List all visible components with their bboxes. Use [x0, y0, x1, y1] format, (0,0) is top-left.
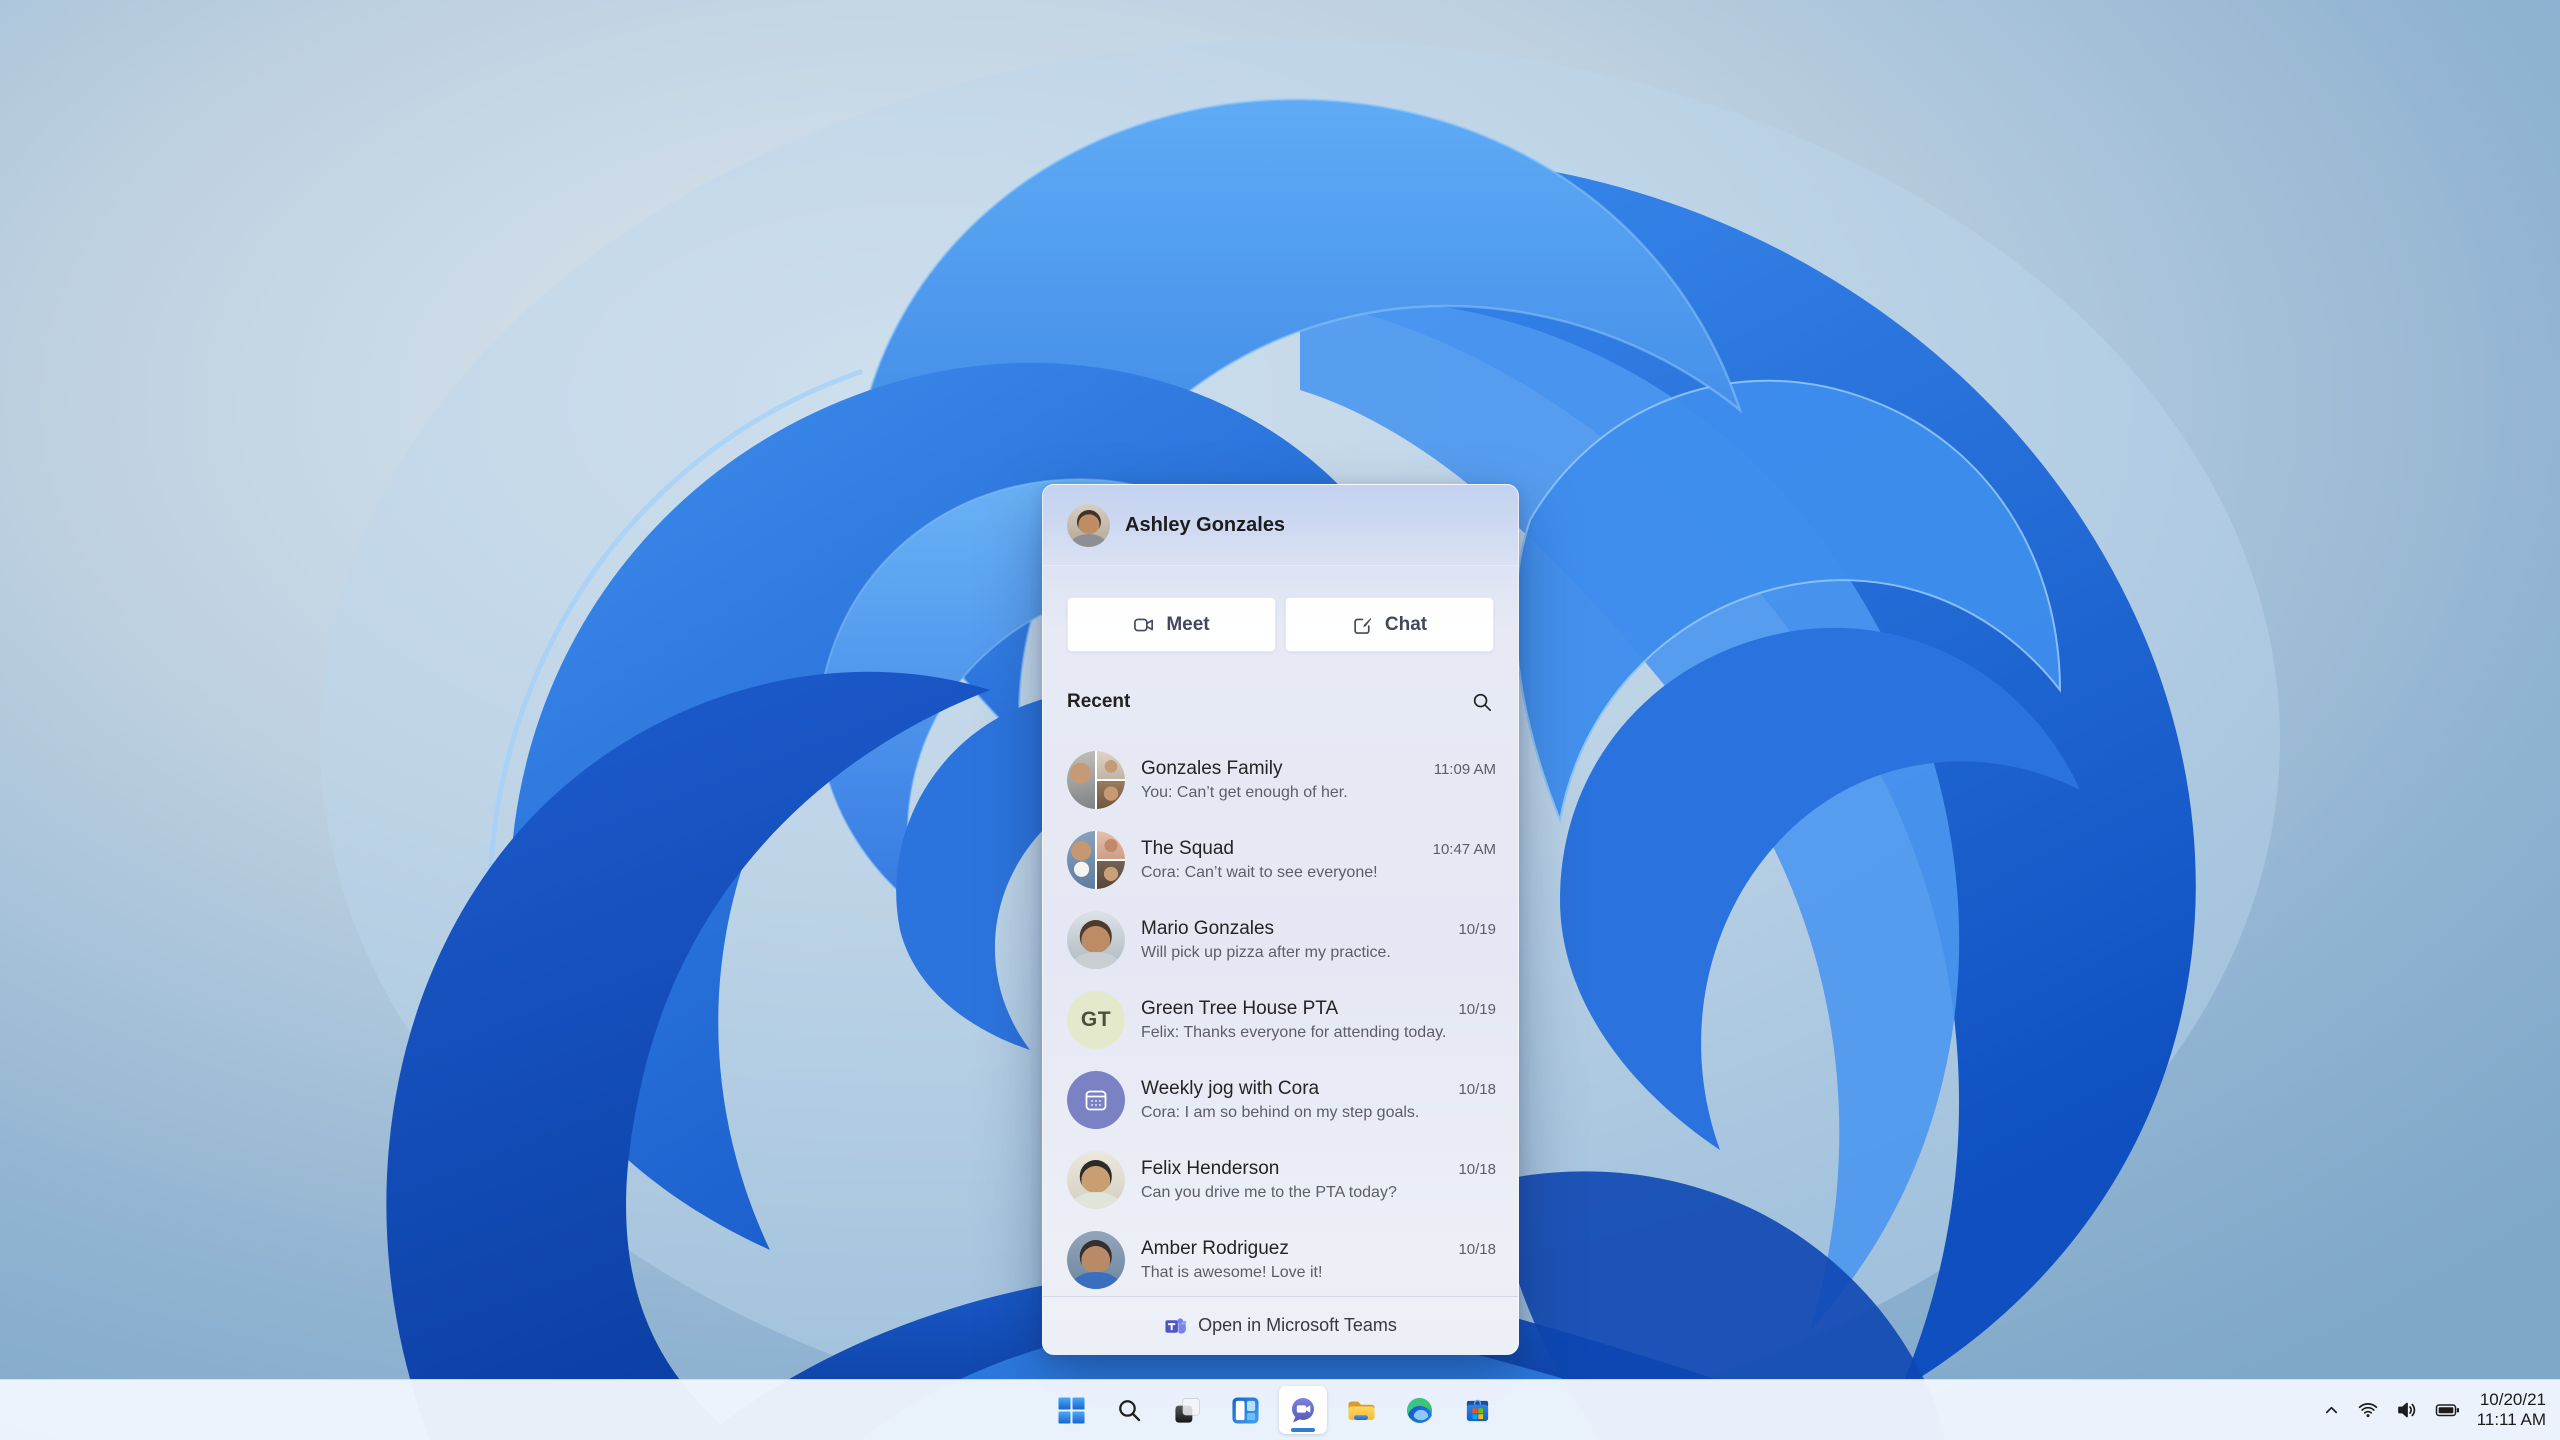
person-avatar — [1067, 911, 1125, 969]
conversation-name: Mario Gonzales — [1141, 918, 1275, 939]
chat-label: Chat — [1384, 613, 1428, 635]
wifi-icon[interactable] — [2357, 1399, 2379, 1421]
system-tray: 10/20/21 11:11 AM — [2323, 1380, 2546, 1440]
conversation-row-felix-henderson[interactable]: Felix Henderson 10/18 Can you drive me t… — [1043, 1140, 1518, 1220]
action-row: Meet Chat — [1043, 597, 1518, 652]
edge-browser-icon — [1406, 1397, 1432, 1423]
chat-button[interactable]: Chat — [1285, 597, 1494, 652]
search-button[interactable] — [1105, 1386, 1153, 1434]
start-button[interactable] — [1047, 1386, 1095, 1434]
open-in-teams-label: Open in Microsoft Teams — [1198, 1315, 1397, 1335]
conversation-row-mario-gonzales[interactable]: Mario Gonzales 10/19 Will pick up pizza … — [1043, 900, 1518, 980]
tray-date: 10/20/21 — [2479, 1390, 2546, 1409]
conversation-preview: Cora: Can’t wait to see everyone! — [1141, 864, 1378, 881]
conversation-preview: Felix: Thanks everyone for attending tod… — [1141, 1024, 1447, 1041]
conversation-time: 10/19 — [1458, 1001, 1496, 1018]
conversation-row-weekly-jog-with-cora[interactable]: Weekly jog with Cora 10/18 Cora: I am so… — [1043, 1060, 1518, 1140]
conversation-row-gonzales-family[interactable]: Gonzales Family 11:09 AM You: Can’t get … — [1043, 740, 1518, 820]
person-avatar — [1067, 1151, 1125, 1209]
conversation-time: 11:09 AM — [1433, 761, 1496, 778]
recent-row: Recent — [1043, 690, 1518, 714]
conversation-preview: Can you drive me to the PTA today? — [1141, 1184, 1397, 1201]
conversation-name: The Squad — [1141, 838, 1234, 859]
conversation-time: 10/18 — [1458, 1241, 1496, 1258]
conversation-preview: That is awesome! Love it! — [1141, 1264, 1323, 1281]
conversation-time: 10/18 — [1458, 1161, 1496, 1178]
compose-icon — [1354, 617, 1371, 634]
conversation-list: Gonzales Family 11:09 AM You: Can’t get … — [1043, 740, 1518, 1300]
meet-label: Meet — [1166, 613, 1210, 635]
video-camera-icon — [1134, 618, 1154, 631]
conversation-row-amber-rodriguez[interactable]: Amber Rodriguez 10/18 That is awesome! L… — [1043, 1220, 1518, 1300]
conversation-time: 10:47 AM — [1432, 841, 1496, 858]
conversation-name: Amber Rodriguez — [1141, 1238, 1289, 1259]
conversation-row-green-tree-house-pta[interactable]: GT Green Tree House PTA 10/19 Felix: Tha… — [1043, 980, 1518, 1060]
file-explorer-icon — [1348, 1401, 1375, 1420]
microsoft-store-icon — [1466, 1399, 1488, 1421]
tray-chevron-up-icon[interactable] — [2323, 1402, 2340, 1419]
open-in-teams-button[interactable]: Open in Microsoft Teams — [1043, 1296, 1518, 1354]
battery-icon[interactable] — [2435, 1399, 2460, 1421]
conversation-name: Felix Henderson — [1141, 1158, 1280, 1179]
clock[interactable]: 10/20/21 11:11 AM — [2477, 1390, 2546, 1430]
teams-chat-flyout: Ashley Gonzales Meet Chat Recent Gonzale… — [1042, 484, 1519, 1355]
conversation-row-the-squad[interactable]: The Squad 10:47 AM Cora: Can’t wait to s… — [1043, 820, 1518, 900]
tray-time: 11:11 AM — [2476, 1410, 2546, 1429]
task-view-button[interactable] — [1163, 1386, 1211, 1434]
conversation-time: 10/18 — [1458, 1081, 1496, 1098]
chat-teams-button[interactable] — [1279, 1386, 1327, 1434]
microsoft-store-button[interactable] — [1453, 1386, 1501, 1434]
file-explorer-button[interactable] — [1337, 1386, 1385, 1434]
user-name: Ashley Gonzales — [1125, 513, 1286, 536]
conversation-preview: Will pick up pizza after my practice. — [1141, 944, 1391, 961]
group-avatar — [1067, 751, 1125, 809]
flyout-header: Ashley Gonzales — [1043, 485, 1518, 566]
conversation-name: Gonzales Family — [1141, 758, 1283, 779]
teams-chat-bubble-icon — [1292, 1398, 1314, 1423]
group-avatar — [1067, 831, 1125, 889]
volume-icon[interactable] — [2396, 1399, 2418, 1421]
conversation-preview: You: Can’t get enough of her. — [1141, 784, 1348, 801]
taskbar-icons — [1047, 1380, 1501, 1440]
recent-title: Recent — [1067, 691, 1131, 712]
meet-button[interactable]: Meet — [1067, 597, 1276, 652]
active-app-indicator — [1291, 1427, 1315, 1432]
calendar-icon — [1067, 1071, 1125, 1129]
edge-button[interactable] — [1395, 1386, 1443, 1434]
conversation-name: Weekly jog with Cora — [1141, 1078, 1320, 1099]
taskbar: 10/20/21 11:11 AM — [0, 1379, 2560, 1440]
conversation-preview: Cora: I am so behind on my step goals. — [1141, 1104, 1420, 1121]
widgets-button[interactable] — [1221, 1386, 1269, 1434]
task-view-icon — [1174, 1397, 1200, 1423]
windows-start-icon — [1058, 1397, 1084, 1423]
widgets-icon — [1231, 1396, 1259, 1424]
initials-avatar: GT — [1067, 991, 1125, 1049]
teams-logo-icon — [1165, 1318, 1187, 1334]
conversation-time: 10/19 — [1458, 921, 1496, 938]
user-avatar — [1067, 503, 1110, 547]
search-taskbar-icon — [1118, 1399, 1140, 1421]
person-avatar — [1067, 1231, 1125, 1289]
conversation-name: Green Tree House PTA — [1141, 998, 1339, 1019]
search-icon[interactable] — [1471, 691, 1494, 714]
